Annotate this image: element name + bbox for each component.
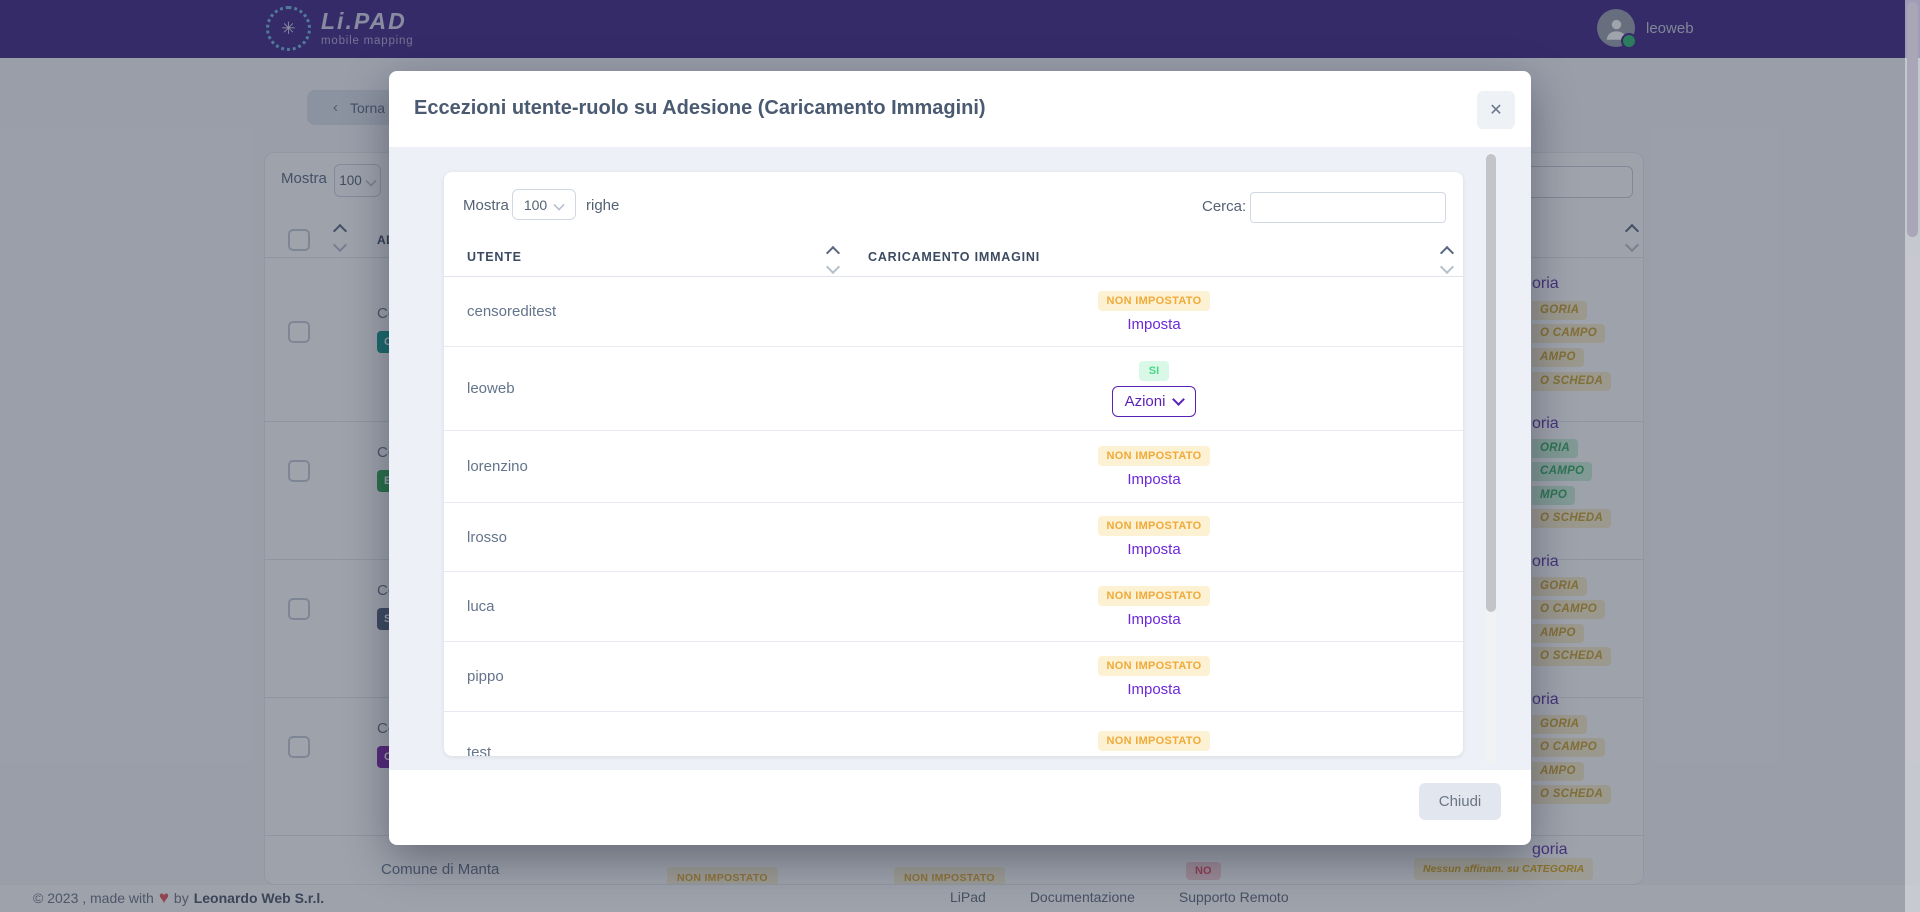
- user-cell: lorenzino: [444, 431, 845, 502]
- rows-suffix-label: righe: [586, 197, 619, 214]
- imposta-link[interactable]: Imposta: [1127, 316, 1180, 333]
- modal-scrollbar[interactable]: [1486, 152, 1496, 764]
- close-icon[interactable]: ✕: [1477, 91, 1515, 129]
- chiudi-button[interactable]: Chiudi: [1419, 783, 1501, 820]
- sort-icon-caricamento[interactable]: [1442, 248, 1452, 272]
- azioni-label: Azioni: [1125, 393, 1166, 410]
- status-badge: NON IMPOSTATO: [1098, 446, 1211, 466]
- modal-scrollbar-thumb[interactable]: [1486, 154, 1496, 612]
- sort-icon-utente[interactable]: [828, 248, 838, 272]
- exceptions-modal: Eccezioni utente-ruolo su Adesione (Cari…: [389, 71, 1531, 845]
- chevron-down-icon: [1173, 393, 1186, 406]
- status-cell: NON IMPOSTATO Imposta: [845, 431, 1463, 502]
- status-badge-si: SI: [1139, 361, 1169, 381]
- status-cell: NON IMPOSTATO Imposta: [845, 642, 1463, 711]
- status-badge: NON IMPOSTATO: [1098, 656, 1211, 676]
- modal-footer: Chiudi: [389, 770, 1531, 845]
- page-scrollbar[interactable]: [1905, 0, 1920, 912]
- close-glyph: ✕: [1489, 100, 1502, 120]
- app-root: ✳ Li.PAD mobile mapping leoweb ‹: [0, 0, 1920, 912]
- status-badge: NON IMPOSTATO: [1098, 731, 1211, 751]
- azioni-dropdown-button[interactable]: Azioni: [1112, 386, 1197, 417]
- table-row: pippo NON IMPOSTATO Imposta: [444, 642, 1463, 712]
- status-badge: NON IMPOSTATO: [1098, 291, 1211, 311]
- page-size-value: 100: [524, 197, 547, 213]
- user-cell: censoreditest: [444, 277, 845, 346]
- column-header-utente[interactable]: UTENTE: [467, 250, 522, 264]
- status-cell: NON IMPOSTATO Imposta: [845, 503, 1463, 571]
- user-cell: test: [444, 712, 845, 756]
- table-row: test NON IMPOSTATO Imposta: [444, 712, 1463, 756]
- page-scrollbar-thumb[interactable]: [1907, 2, 1918, 237]
- modal-title: Eccezioni utente-ruolo su Adesione (Cari…: [414, 97, 986, 120]
- search-label: Cerca:: [1202, 198, 1246, 215]
- user-cell: leoweb: [444, 347, 845, 430]
- status-cell: NON IMPOSTATO Imposta: [845, 277, 1463, 346]
- table-row: luca NON IMPOSTATO Imposta: [444, 572, 1463, 642]
- imposta-link[interactable]: Imposta: [1127, 611, 1180, 628]
- imposta-link[interactable]: Imposta: [1127, 471, 1180, 488]
- status-badge: NON IMPOSTATO: [1098, 586, 1211, 606]
- show-label: Mostra: [463, 197, 509, 214]
- imposta-link[interactable]: Imposta: [1127, 681, 1180, 698]
- status-badge: NON IMPOSTATO: [1098, 516, 1211, 536]
- page-size-select[interactable]: 100: [512, 189, 576, 220]
- user-cell: luca: [444, 572, 845, 641]
- table-controls: Mostra 100 righe Cerca:: [444, 172, 1463, 240]
- table-header: UTENTE CARICAMENTO IMMAGINI: [444, 240, 1463, 277]
- imposta-link[interactable]: Imposta: [1127, 541, 1180, 558]
- table-row: censoreditest NON IMPOSTATO Imposta: [444, 277, 1463, 347]
- table-row: lrosso NON IMPOSTATO Imposta: [444, 503, 1463, 572]
- search-input[interactable]: [1250, 192, 1446, 223]
- status-cell: NON IMPOSTATO Imposta: [845, 712, 1463, 756]
- modal-table-card: Mostra 100 righe Cerca: UTENTE CARICAMEN…: [444, 172, 1463, 756]
- user-cell: pippo: [444, 642, 845, 711]
- modal-body: Mostra 100 righe Cerca: UTENTE CARICAMEN…: [389, 147, 1531, 770]
- table-row: leoweb SI Azioni: [444, 347, 1463, 431]
- user-cell: lrosso: [444, 503, 845, 571]
- table-row: lorenzino NON IMPOSTATO Imposta: [444, 431, 1463, 503]
- column-header-caricamento[interactable]: CARICAMENTO IMMAGINI: [868, 250, 1040, 264]
- status-cell: SI Azioni: [845, 347, 1463, 430]
- status-cell: NON IMPOSTATO Imposta: [845, 572, 1463, 641]
- chevron-down-icon: [554, 199, 565, 210]
